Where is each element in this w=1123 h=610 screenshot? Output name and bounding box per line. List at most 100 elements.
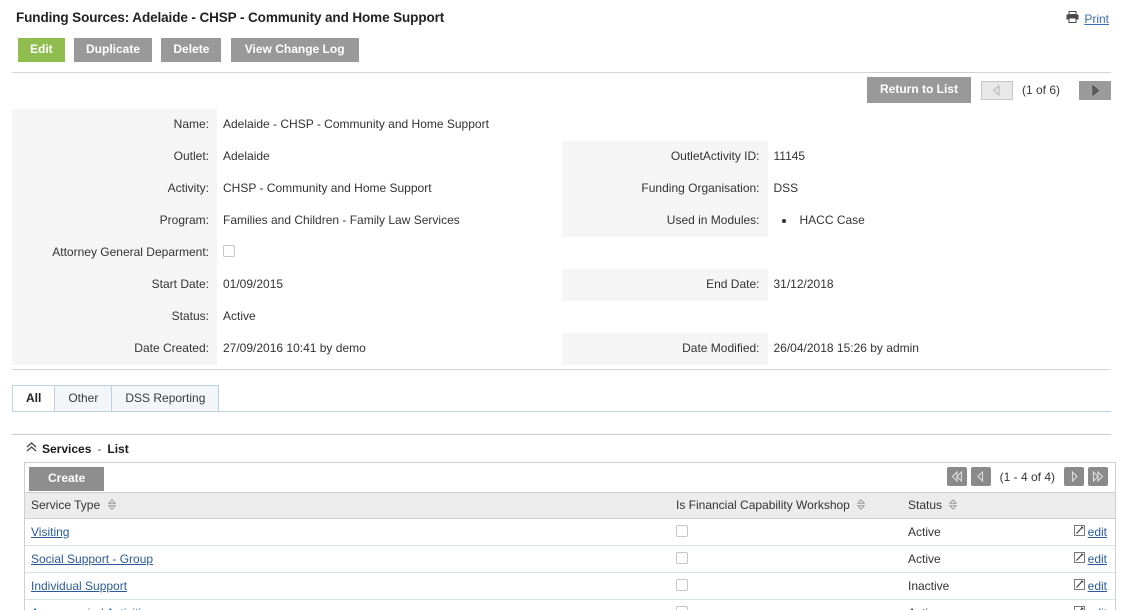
- field-value: 26/04/2018 15:26 by admin: [773, 341, 919, 355]
- section-divider: [12, 434, 1111, 435]
- triangle-right-icon: [1071, 471, 1078, 482]
- field-label: [562, 301, 768, 333]
- table-header-row: Service Type Is Financial Capability Wor…: [25, 493, 1115, 519]
- detail-row: Name: Adelaide - CHSP - Community and Ho…: [12, 109, 1111, 141]
- sort-updown-icon[interactable]: [948, 499, 958, 513]
- edit-link[interactable]: edit: [1088, 525, 1107, 539]
- print-link[interactable]: Print: [1084, 12, 1109, 26]
- column-header-status[interactable]: Status: [902, 493, 1052, 519]
- triangle-left-icon: [977, 471, 984, 482]
- edit-button[interactable]: Edit: [18, 38, 65, 62]
- services-grid: Create (1 - 4 of 4) Service Type Is Fina…: [24, 462, 1116, 610]
- tab-all[interactable]: All: [12, 385, 56, 411]
- field-value: 01/09/2015: [223, 277, 284, 291]
- skip-first-icon: [951, 471, 962, 482]
- sort-updown-icon[interactable]: [856, 499, 866, 513]
- tab-other[interactable]: Other: [54, 385, 113, 411]
- field-empty-1: [562, 109, 1112, 141]
- cell-service-type: Social Support - Group: [25, 545, 670, 573]
- last-page-button[interactable]: [1088, 467, 1108, 486]
- field-value: CHSP - Community and Home Support: [223, 181, 432, 195]
- column-header-is-financial-capability-workshop[interactable]: Is Financial Capability Workshop: [670, 493, 902, 519]
- funding-source-details: Name: Adelaide - CHSP - Community and Ho…: [12, 109, 1111, 370]
- detail-row: Activity: CHSP - Community and Home Supp…: [12, 173, 1111, 205]
- table-row: Accompanied Activities Active: [25, 599, 1115, 610]
- cell-actions: edit: [1052, 545, 1115, 573]
- is-financial-capability-workshop-checkbox[interactable]: [676, 606, 688, 610]
- triangle-right-icon: [1092, 84, 1099, 96]
- services-panel-header: Services - List: [26, 442, 1123, 456]
- page-header: Funding Sources: Adelaide - CHSP - Commu…: [0, 0, 1123, 32]
- field-funding-organisation: Funding Organisation: DSS: [561, 173, 1112, 205]
- attorney-general-department-checkbox[interactable]: [223, 245, 235, 257]
- detail-row: Date Created: 27/09/2016 10:41 by demo D…: [12, 333, 1111, 365]
- field-activity: Activity: CHSP - Community and Home Supp…: [12, 173, 562, 205]
- service-type-link[interactable]: Social Support - Group: [31, 552, 153, 566]
- delete-button[interactable]: Delete: [161, 38, 222, 62]
- cell-is-financial-capability-workshop: [670, 599, 902, 610]
- skip-last-icon: [1092, 471, 1104, 482]
- page-title: Funding Sources: Adelaide - CHSP - Commu…: [16, 10, 445, 25]
- cell-is-financial-capability-workshop: [670, 518, 902, 546]
- first-page-button[interactable]: [946, 467, 967, 486]
- field-name: Name: Adelaide - CHSP - Community and Ho…: [12, 109, 562, 141]
- table-row: Social Support - Group Active edit: [25, 545, 1115, 573]
- table-row: Individual Support Inactive edit: [25, 572, 1115, 600]
- field-empty-2: [562, 237, 1112, 269]
- field-label: Start Date:: [12, 269, 217, 301]
- field-start-date: Start Date: 01/09/2015: [12, 269, 562, 301]
- field-value: Adelaide - CHSP - Community and Home Sup…: [223, 117, 489, 131]
- field-attorney-general-department: Attorney General Deparment:: [12, 237, 562, 269]
- is-financial-capability-workshop-checkbox[interactable]: [676, 525, 688, 537]
- cell-status: Active: [902, 518, 1052, 546]
- field-label: Activity:: [12, 173, 217, 205]
- detail-row: Status: Active: [12, 301, 1111, 333]
- service-type-link[interactable]: Visiting: [31, 525, 69, 539]
- services-panel-subtitle: List: [107, 442, 129, 456]
- record-counter: (1 of 6): [1021, 83, 1060, 97]
- field-value: [217, 237, 562, 269]
- edit-link[interactable]: edit: [1088, 579, 1107, 593]
- cell-is-financial-capability-workshop: [670, 545, 902, 573]
- cell-service-type: Accompanied Activities: [25, 599, 670, 610]
- field-label: Name:: [12, 109, 217, 141]
- field-label: [562, 109, 768, 141]
- column-header-service-type[interactable]: Service Type: [25, 493, 670, 519]
- previous-page-button[interactable]: [970, 467, 991, 486]
- tab-dss-reporting[interactable]: DSS Reporting: [111, 385, 220, 411]
- edit-link[interactable]: edit: [1088, 606, 1107, 610]
- detail-row: Start Date: 01/09/2015 End Date: 31/12/2…: [12, 269, 1111, 301]
- is-financial-capability-workshop-checkbox[interactable]: [676, 579, 688, 591]
- return-to-list-button[interactable]: Return to List: [866, 77, 971, 103]
- field-value: Adelaide: [223, 149, 270, 163]
- page-root: Funding Sources: Adelaide - CHSP - Commu…: [0, 0, 1123, 610]
- field-label: Attorney General Deparment:: [12, 237, 217, 269]
- column-label: Status: [908, 498, 943, 512]
- field-date-modified: Date Modified: 26/04/2018 15:26 by admin: [561, 333, 1112, 365]
- double-chevron-up-icon[interactable]: [26, 442, 37, 456]
- tab-underline: [12, 411, 1111, 412]
- field-label: Date Created:: [12, 333, 217, 365]
- sort-updown-icon[interactable]: [107, 499, 116, 513]
- cell-actions: edit: [1052, 572, 1115, 600]
- services-panel-title: Services: [42, 442, 92, 456]
- create-button[interactable]: Create: [29, 467, 105, 491]
- services-grid-toolbar: Create (1 - 4 of 4): [25, 463, 1115, 493]
- next-record-button[interactable]: [1079, 80, 1111, 100]
- field-label: Date Modified:: [561, 333, 768, 365]
- is-financial-capability-workshop-checkbox[interactable]: [676, 552, 688, 564]
- next-page-button[interactable]: [1064, 467, 1084, 486]
- service-type-link[interactable]: Accompanied Activities: [31, 606, 154, 610]
- action-toolbar: Edit Duplicate Delete View Change Log: [0, 32, 1123, 66]
- print-action[interactable]: Print: [1066, 11, 1109, 26]
- cell-is-financial-capability-workshop: [670, 572, 902, 600]
- field-outlet-activity-id: OutletActivity ID: 11145: [561, 141, 1112, 173]
- service-type-link[interactable]: Individual Support: [31, 579, 127, 593]
- previous-record-button[interactable]: [980, 80, 1013, 100]
- view-change-log-button[interactable]: View Change Log: [230, 38, 359, 62]
- field-label: OutletActivity ID:: [561, 141, 768, 173]
- edit-link[interactable]: edit: [1088, 552, 1107, 566]
- pencil-edit-icon: [1073, 525, 1085, 539]
- services-pager: (1 - 4 of 4): [945, 467, 1110, 486]
- duplicate-button[interactable]: Duplicate: [74, 38, 153, 62]
